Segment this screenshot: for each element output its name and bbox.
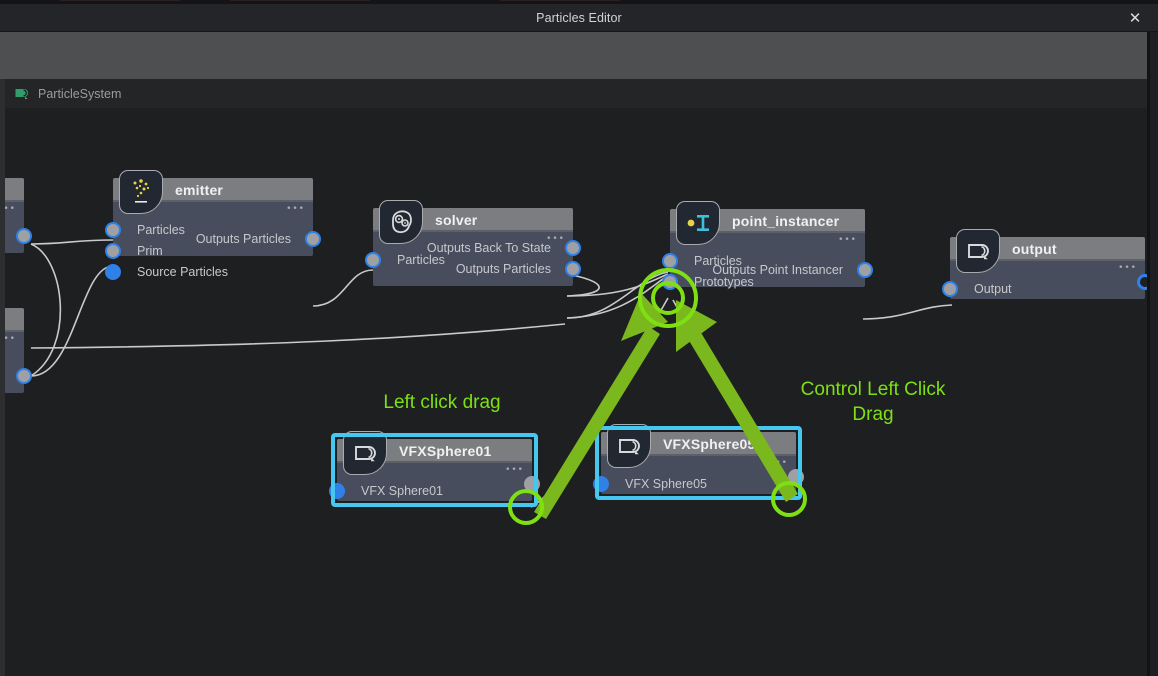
right-edge-border <box>1147 32 1150 676</box>
node-title: solver <box>435 212 478 228</box>
node-point_instancer[interactable]: point_instancer ••• Particles Prototypes Out… <box>662 201 873 290</box>
node-options-icon[interactable]: ••• <box>1118 263 1137 273</box>
output-port-dot[interactable] <box>16 228 32 244</box>
output-port-dot[interactable] <box>524 476 540 492</box>
control-left-click-drag-label: Control Left Click Drag <box>800 379 946 425</box>
sparkle-emitter-icon <box>119 170 163 214</box>
node-options-icon[interactable]: ••• <box>838 235 857 245</box>
node-options-icon[interactable]: ••• <box>505 465 524 475</box>
window-title: Particles Editor <box>536 11 622 25</box>
output-port-label: Outputs Point Instancer <box>712 263 843 277</box>
node-options-icon[interactable]: ••• <box>5 334 16 344</box>
input-port-label: Output <box>974 282 1012 296</box>
node-emitter[interactable]: emitter ••• Particles Prim Source Particles O… <box>105 170 321 280</box>
node-edge_node_bottom[interactable]: ••• <box>5 308 32 393</box>
node-graph-canvas[interactable]: ••• ••• emitter ••• Particles Prim Source Par… <box>5 108 1147 676</box>
output-port-dot[interactable] <box>857 262 873 278</box>
editor-window: Particles Editor ✕ ParticleSystem • • em… <box>0 4 1158 676</box>
input-port-dot[interactable] <box>942 281 958 297</box>
node-header[interactable] <box>5 308 24 332</box>
node-title: output <box>1012 241 1057 257</box>
node-header[interactable]: emitter <box>113 170 313 214</box>
output-port-dot[interactable] <box>565 240 581 256</box>
node-solver[interactable]: solver ••• Particles Outputs Back To State O… <box>365 200 581 286</box>
input-port-dot[interactable] <box>662 274 678 290</box>
node-vfxsphere05[interactable]: VFXSphere05 ••• VFX Sphere05 <box>593 424 804 494</box>
node-options-icon[interactable]: ••• <box>5 204 16 214</box>
output-port-dot[interactable] <box>305 231 321 247</box>
input-port-dot[interactable] <box>593 476 609 492</box>
node-header[interactable]: point_instancer <box>670 201 865 245</box>
node-options-icon[interactable]: ••• <box>769 458 788 468</box>
node-header[interactable]: VFXSphere01 <box>337 431 532 475</box>
input-port-label: VFX Sphere05 <box>625 477 707 491</box>
node-vfxsphere01[interactable]: VFXSphere01 ••• VFX Sphere01 <box>329 431 540 501</box>
node-edge_node_top[interactable]: ••• <box>5 178 32 253</box>
output-port-dot[interactable] <box>16 368 32 384</box>
output-prim-icon <box>343 431 387 475</box>
output-port-label: Outputs Particles <box>195 232 291 246</box>
toolbar <box>0 32 1147 79</box>
node-options-icon[interactable]: ••• <box>286 204 305 214</box>
output-port-dot[interactable] <box>565 261 581 277</box>
close-icon[interactable]: ✕ <box>1120 7 1150 29</box>
node-title: VFXSphere01 <box>399 443 492 459</box>
particle-system-icon <box>14 87 29 101</box>
output-prim-icon <box>607 424 651 468</box>
input-port-dot[interactable] <box>105 222 121 238</box>
title-bar: Particles Editor ✕ <box>0 4 1158 32</box>
node-header[interactable] <box>5 178 24 202</box>
input-port-dot[interactable] <box>105 264 121 280</box>
input-port-dot[interactable] <box>329 483 345 499</box>
input-port-label: Prim <box>137 244 163 258</box>
node-header[interactable]: VFXSphere05 <box>601 424 796 468</box>
particles-editor-window: Particles Editor ✕ ParticleSystem • • em… <box>0 0 1158 676</box>
input-port-label: Source Particles <box>137 265 229 279</box>
output-port-label: Outputs Particles <box>455 262 551 276</box>
node-title: emitter <box>175 182 224 198</box>
output-port-label: Outputs Back To State <box>426 241 551 255</box>
node-title: point_instancer <box>732 213 840 229</box>
input-port-label: VFX Sphere01 <box>361 484 443 498</box>
left-click-drag-label: Left click drag <box>383 392 501 413</box>
breadcrumb[interactable]: ParticleSystem <box>5 79 1147 108</box>
input-port-dot[interactable] <box>105 243 121 259</box>
point-instancer-icon <box>676 201 720 245</box>
breadcrumb-label: ParticleSystem <box>38 86 122 101</box>
node-header[interactable]: output <box>950 229 1145 273</box>
brain-gears-icon <box>379 200 423 244</box>
output-port-dot[interactable] <box>1137 274 1147 290</box>
node-title: VFXSphere05 <box>663 436 756 452</box>
node-output[interactable]: output ••• Output <box>942 229 1147 299</box>
output-port-dot[interactable] <box>788 469 804 485</box>
input-port-dot[interactable] <box>365 252 381 268</box>
input-port-label: Particles <box>137 223 185 237</box>
output-prim-icon <box>956 229 1000 273</box>
input-port-dot[interactable] <box>662 253 678 269</box>
node-header[interactable]: solver <box>373 200 573 244</box>
